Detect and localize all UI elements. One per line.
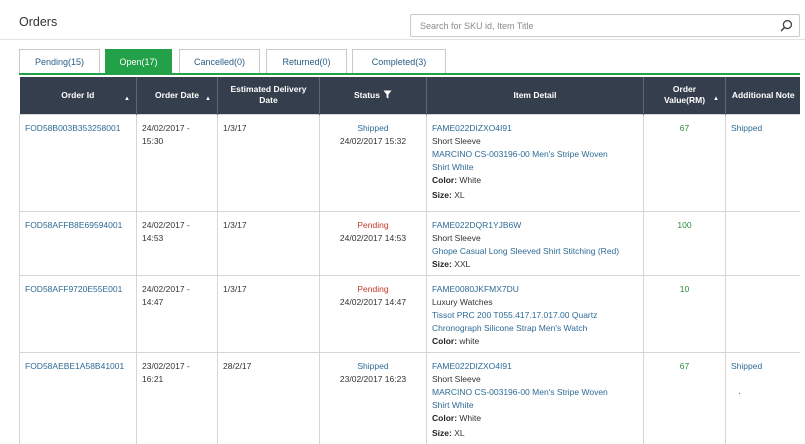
order-date-cell: 24/02/2017 - 15:30 xyxy=(136,113,218,212)
estimated-delivery-cell: 28/2/17 xyxy=(217,351,320,444)
search-input[interactable] xyxy=(411,15,771,36)
sort-caret-icon[interactable]: ▲ xyxy=(713,94,719,105)
estimated-delivery-cell: 1/3/17 xyxy=(217,274,320,353)
table-row: FOD58AEBE1A58B41001 23/02/2017 - 16:21 2… xyxy=(19,351,800,444)
item-color: Color: white xyxy=(432,335,480,346)
table-row: FOD58B003B353258001 24/02/2017 - 15:30 1… xyxy=(19,113,800,212)
item-category: Short Sleeve xyxy=(432,373,481,384)
order-id-cell[interactable]: FOD58AFF9720E55E001 xyxy=(19,274,137,353)
status-time: 24/02/2017 14:53 xyxy=(339,232,407,243)
order-date-cell: 24/02/2017 - 14:53 xyxy=(136,210,218,276)
column-header-order-date[interactable]: Order Date ▲ xyxy=(136,77,218,114)
page-title: Orders xyxy=(19,15,58,29)
item-size: Size: XL xyxy=(432,427,465,438)
item-color: Color: White xyxy=(432,412,482,423)
table-header-row: Order Id ▲ Order Date ▲ Estimated Delivery… xyxy=(19,77,800,114)
table-row: FOD58AFFB8E69594001 24/02/2017 - 14:53 1… xyxy=(19,210,800,276)
status-cell: Pending 24/02/2017 14:47 xyxy=(319,274,427,353)
tab-completed[interactable]: Completed(3) xyxy=(352,49,446,74)
item-category: Short Sleeve xyxy=(432,232,481,243)
item-detail-cell: FAME022DIZXO4I91 Short Sleeve MARCINO CS… xyxy=(426,113,644,212)
item-size: Size: XXL xyxy=(432,258,471,269)
order-date-cell: 23/02/2017 - 16:21 xyxy=(136,351,218,444)
sku-link[interactable]: FAME022DIZXO4I91 xyxy=(432,360,638,373)
column-header-item-detail: Item Detail xyxy=(426,77,644,114)
status-cell: Shipped 24/02/2017 15:32 xyxy=(319,113,427,212)
table-row: FOD58AFF9720E55E001 24/02/2017 - 14:47 1… xyxy=(19,274,800,353)
sku-link[interactable]: FAME022DIZXO4I91 xyxy=(432,122,638,135)
item-title-link-cont[interactable]: Chronograph Silicone Strap Men's Watch xyxy=(432,322,638,335)
additional-note-text: Shipped xyxy=(731,360,763,371)
status-badge: Pending xyxy=(357,283,389,294)
status-badge: Shipped xyxy=(357,360,389,371)
estimated-delivery-cell: 1/3/17 xyxy=(217,210,320,276)
additional-note-extra: . xyxy=(738,385,741,397)
orders-table: Order Id ▲ Order Date ▲ Estimated Delivery… xyxy=(19,77,800,444)
item-size: Size: XL xyxy=(432,189,465,200)
item-title-link[interactable]: Tissot PRC 200 T055.417.17.017.00 Quartz xyxy=(432,309,638,322)
order-value-cell: 10 xyxy=(643,274,726,353)
order-date-cell: 24/02/2017 - 14:47 xyxy=(136,274,218,353)
item-category: Short Sleeve xyxy=(432,135,481,146)
item-detail-cell: FAME022DIZXO4I91 Short Sleeve MARCINO CS… xyxy=(426,351,644,444)
additional-note-cell xyxy=(725,210,800,276)
column-header-status[interactable]: Status xyxy=(319,77,427,114)
order-id-cell[interactable]: FOD58B003B353258001 xyxy=(19,113,137,212)
order-value-cell: 100 xyxy=(643,210,726,276)
item-title-link-cont[interactable]: Shirt White xyxy=(432,161,638,174)
tab-cancelled[interactable]: Cancelled(0) xyxy=(179,49,260,74)
tab-returned[interactable]: Returned(0) xyxy=(266,49,347,74)
item-color: Color: White xyxy=(432,174,482,185)
sku-link[interactable]: FAME0080JKFMX7DU xyxy=(432,283,638,296)
status-cell: Pending 24/02/2017 14:53 xyxy=(319,210,427,276)
column-header-order-value[interactable]: Order Value(RM) ▲ xyxy=(643,77,726,114)
sort-caret-icon[interactable]: ▲ xyxy=(124,94,130,105)
item-title-link-cont[interactable]: Shirt White xyxy=(432,399,638,412)
item-title-link[interactable]: MARCINO CS-003196-00 Men's Stripe Woven xyxy=(432,386,638,399)
estimated-delivery-cell: 1/3/17 xyxy=(217,113,320,212)
status-time: 24/02/2017 15:32 xyxy=(339,135,407,146)
additional-note-cell xyxy=(725,274,800,353)
status-badge: Pending xyxy=(357,219,389,230)
tab-pending[interactable]: Pending(15) xyxy=(19,49,100,74)
search-icon[interactable] xyxy=(780,19,793,32)
sort-caret-icon[interactable]: ▲ xyxy=(205,94,211,105)
column-header-order-id[interactable]: Order Id ▲ xyxy=(19,77,137,114)
column-header-additional-note: Additional Note xyxy=(725,77,800,114)
status-time: 23/02/2017 16:23 xyxy=(339,373,407,384)
additional-note-cell: Shipped . xyxy=(725,351,800,444)
status-cell: Shipped 23/02/2017 16:23 xyxy=(319,351,427,444)
additional-note-cell: Shipped xyxy=(725,113,800,212)
item-detail-cell: FAME022DQR1YJB6W Short Sleeve Ghope Casu… xyxy=(426,210,644,276)
column-header-estimated-delivery[interactable]: Estimated Delivery Date xyxy=(217,77,320,114)
item-detail-cell: FAME0080JKFMX7DU Luxury Watches Tissot P… xyxy=(426,274,644,353)
status-badge: Shipped xyxy=(357,122,389,133)
header-divider xyxy=(0,39,805,40)
page-header: Orders xyxy=(0,0,805,40)
tab-open[interactable]: Open(17) xyxy=(105,49,172,74)
item-title-link[interactable]: Ghope Casual Long Sleeved Shirt Stitchin… xyxy=(432,245,638,258)
filter-icon[interactable] xyxy=(383,90,392,99)
tab-underline xyxy=(19,73,800,75)
order-id-cell[interactable]: FOD58AFFB8E69594001 xyxy=(19,210,137,276)
item-title-link[interactable]: MARCINO CS-003196-00 Men's Stripe Woven xyxy=(432,148,638,161)
sku-link[interactable]: FAME022DQR1YJB6W xyxy=(432,219,638,232)
order-value-cell: 67 xyxy=(643,351,726,444)
order-value-cell: 67 xyxy=(643,113,726,212)
item-category: Luxury Watches xyxy=(432,296,493,307)
status-time: 24/02/2017 14:47 xyxy=(339,296,407,307)
order-id-cell[interactable]: FOD58AEBE1A58B41001 xyxy=(19,351,137,444)
search-box[interactable] xyxy=(410,14,800,37)
